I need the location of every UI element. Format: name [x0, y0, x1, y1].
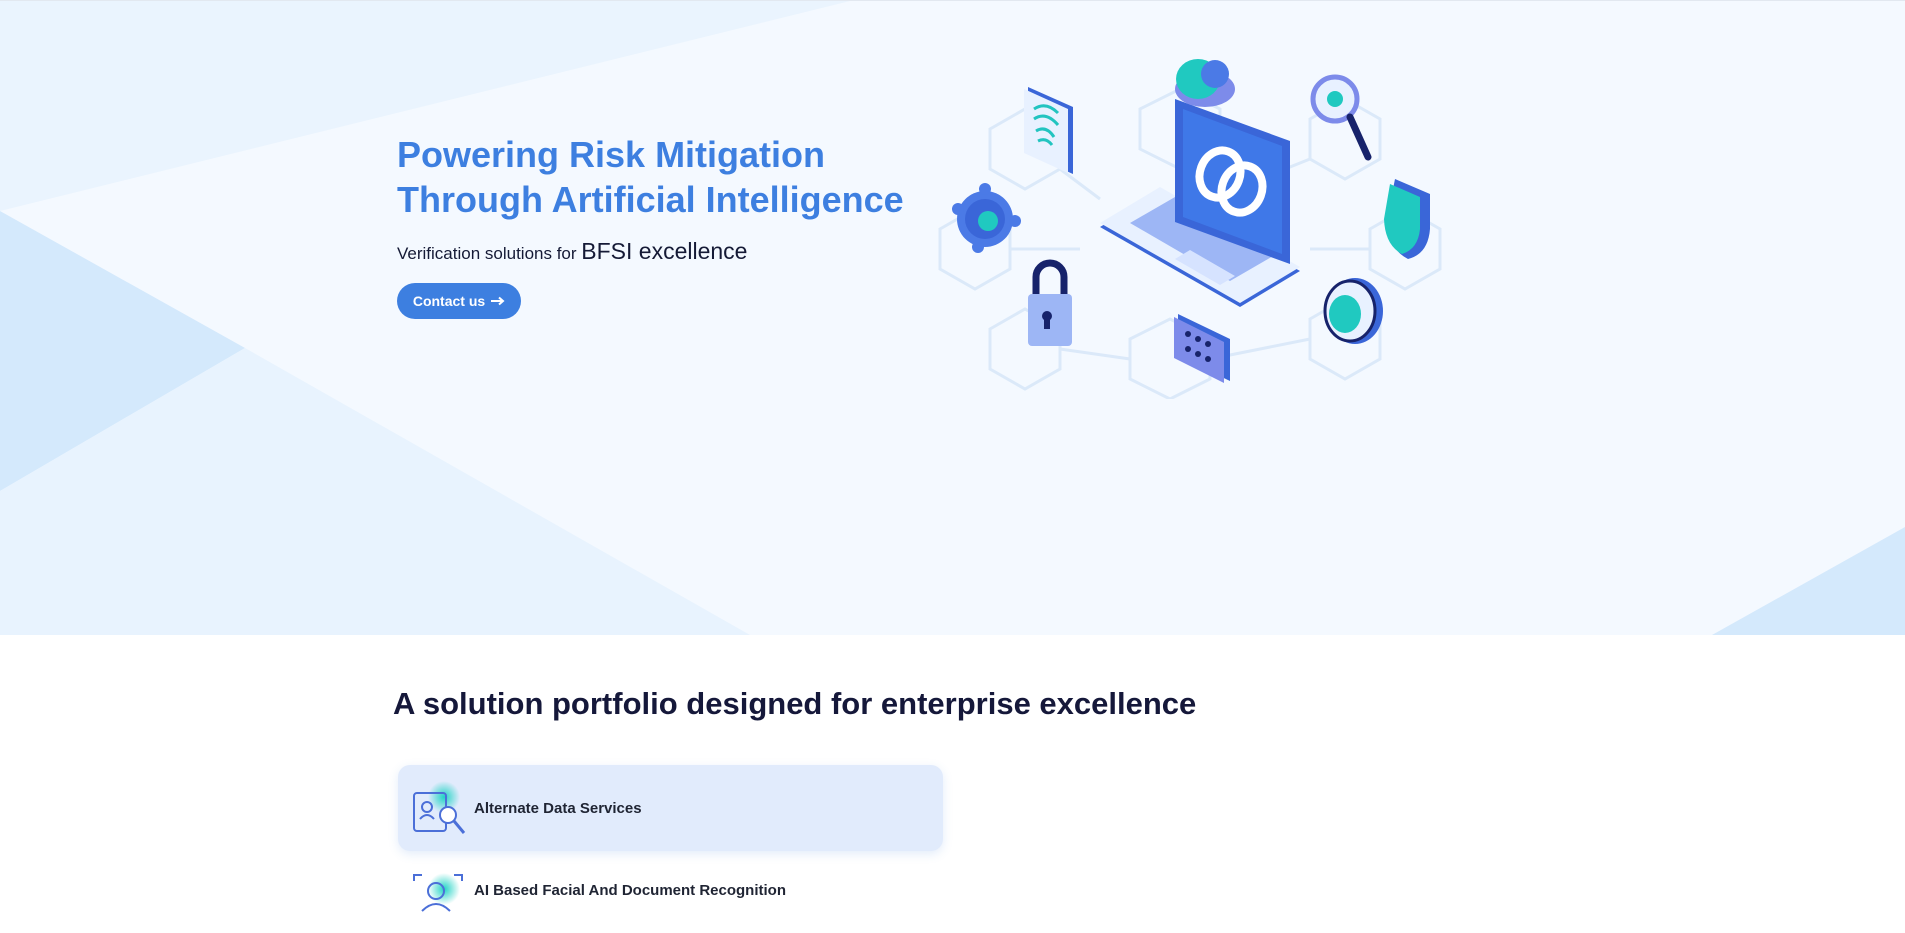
service-card-alternate-data[interactable]: Alternate Data Services	[398, 765, 943, 851]
server-icon	[1174, 314, 1230, 383]
service-card-label: Alternate Data Services	[474, 799, 642, 817]
contact-us-label: Contact us	[412, 293, 486, 309]
service-card-facial-recognition[interactable]: AI Based Facial And Document Recognition	[398, 847, 943, 933]
arrow-right-icon	[491, 296, 505, 306]
hero-subtitle-emphasis: BFSI excellence	[581, 238, 748, 264]
fingerprint-icon	[1024, 87, 1073, 174]
laptop-icon	[1100, 99, 1300, 307]
contact-us-button[interactable]: Contact us	[397, 283, 521, 319]
vault-dial-icon	[1323, 278, 1383, 344]
document-search-icon	[413, 781, 466, 834]
bug-search-icon	[1310, 74, 1372, 161]
security-illustration	[938, 59, 1442, 399]
hero-subtitle-prefix: Verification solutions for	[397, 244, 577, 263]
padlock-icon	[1028, 259, 1072, 346]
hero-section: Powering Risk Mitigation Through Artific…	[0, 1, 1905, 635]
solutions-heading: A solution portfolio designed for enterp…	[393, 686, 1197, 721]
cloud-icon	[1175, 59, 1235, 107]
hero-title: Powering Risk Mitigation Through Artific…	[397, 134, 904, 220]
shield-icon	[1384, 179, 1430, 259]
hero-subtitle: Verification solutions for BFSI excellen…	[397, 238, 747, 265]
face-recognition-icon	[413, 873, 463, 912]
service-card-label: AI Based Facial And Document Recognition	[474, 881, 786, 899]
